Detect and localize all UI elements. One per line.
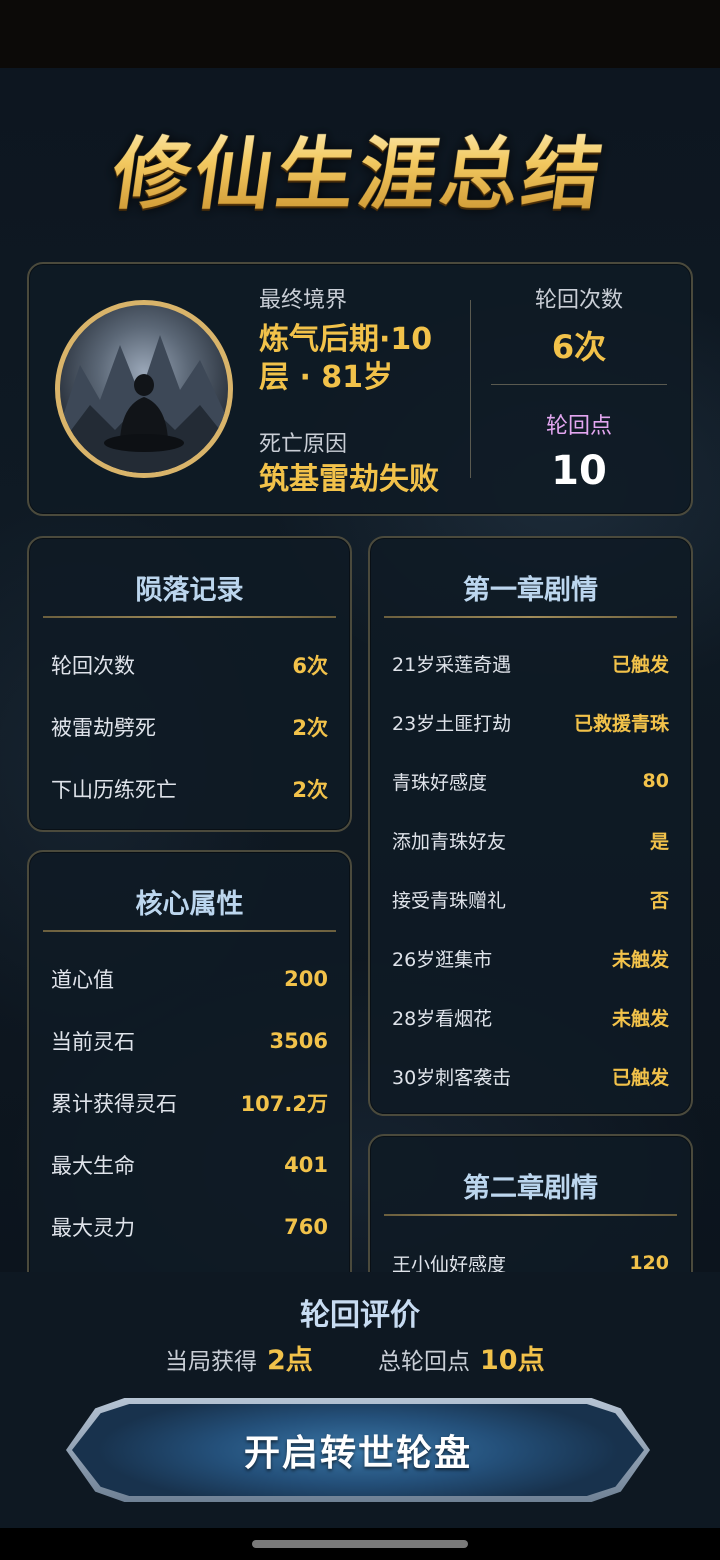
row-value: 是: [649, 830, 669, 853]
row-label: 添加青珠好友: [392, 830, 507, 853]
avatar: [55, 300, 233, 478]
list-item: 王小仙好感度 120: [392, 1246, 669, 1272]
list-item: 轮回次数 6次: [51, 648, 328, 682]
evaluation-title: 轮回评价: [300, 1298, 420, 1333]
row-label: 21岁采莲奇遇: [392, 653, 512, 676]
realm-value-line2: 层 · 81岁: [259, 360, 394, 395]
card-title: 第二章剧情: [463, 1173, 598, 1204]
list-item: 道心值 200: [51, 962, 328, 996]
list-item: 26岁逛集市 未触发: [392, 941, 669, 975]
list-item: 青珠好感度 80: [392, 764, 669, 798]
summary-panel: 最终境界 炼气后期·10 层 · 81岁 死亡原因 筑基雷劫失败 轮回次数 6次…: [27, 262, 693, 516]
row-value: 200: [284, 967, 328, 991]
card-title: 第一章剧情: [463, 575, 598, 606]
evaluation-bar: 轮回评价 当局获得 2点 总轮回点 10点 开启转世轮盘: [0, 1272, 720, 1528]
row-value: 已救援青珠: [573, 712, 669, 735]
gain-stat: 当局获得 2点: [165, 1338, 313, 1377]
row-label: 轮回次数: [51, 654, 135, 678]
row-label: 23岁土匪打劫: [392, 712, 512, 735]
reincarnation-count-value: 6次: [551, 328, 607, 366]
divider: [43, 616, 336, 618]
card-title: 核心属性: [135, 889, 244, 920]
summary-screen: 修仙生涯总结 最终境界 炼气后期·10 层 · 81岁 死亡原因 筑基雷劫失败 …: [0, 68, 720, 1272]
list-item: 23岁土匪打劫 已救援青珠: [392, 705, 669, 739]
list-item: 下山历练死亡 2次: [51, 772, 328, 806]
row-label: 最大生命: [51, 1154, 135, 1178]
reincarnation-points-value: 10: [551, 448, 607, 494]
row-label: 被雷劫劈死: [51, 716, 156, 740]
list-item: 当前灵石 3506: [51, 1024, 328, 1058]
row-label: 26岁逛集市: [392, 948, 493, 971]
chapter1-card: 第一章剧情 21岁采莲奇遇 已触发 23岁土匪打劫 已救援青珠 青珠好感度 80 添加…: [368, 536, 693, 1116]
card-title: 陨落记录: [135, 575, 244, 606]
core-attributes-card: 核心属性 道心值 200 当前灵石 3506 累计获得灵石 107.2万 最大生命 40…: [27, 850, 352, 1272]
fall-record-card: 陨落记录 轮回次数 6次 被雷劫劈死 2次 下山历练死亡 2次: [27, 536, 352, 832]
list-item: 28岁看烟花 未触发: [392, 1000, 669, 1034]
button-label: 开启转世轮盘: [243, 1433, 472, 1474]
total-stat: 总轮回点 10点: [378, 1338, 545, 1377]
row-value: 2次: [292, 716, 328, 740]
row-value: 120: [629, 1252, 669, 1272]
divider: [384, 616, 677, 618]
list-item: 接受青珠赠礼 否: [392, 882, 669, 916]
start-reincarnation-wheel-button[interactable]: 开启转世轮盘: [72, 1404, 644, 1496]
row-label: 接受青珠赠礼: [392, 889, 507, 912]
gain-label: 当局获得: [165, 1349, 257, 1375]
total-value: 10点: [480, 1345, 545, 1376]
list-item: 添加青珠好友 是: [392, 823, 669, 857]
row-value: 760: [284, 1215, 328, 1239]
divider: [384, 1214, 677, 1216]
death-value: 筑基雷劫失败: [259, 462, 439, 497]
row-value: 2次: [292, 778, 328, 802]
reincarnation-count-label: 轮回次数: [534, 288, 623, 313]
row-value: 3506: [269, 1029, 328, 1053]
row-label: 下山历练死亡: [51, 778, 177, 802]
chapter2-card: 第二章剧情 王小仙好感度 120: [368, 1134, 693, 1272]
row-label: 道心值: [51, 968, 114, 992]
status-bar: [0, 0, 720, 68]
divider: [491, 384, 667, 385]
row-value: 107.2万: [240, 1092, 328, 1116]
row-value: 80: [642, 770, 669, 792]
row-value: 否: [649, 889, 669, 912]
divider: [43, 930, 336, 932]
row-label: 28岁看烟花: [392, 1007, 493, 1030]
row-value: 已触发: [611, 1066, 669, 1089]
meditating-cultivator-icon: [60, 335, 228, 473]
divider: [470, 300, 471, 478]
row-label: 王小仙好感度: [392, 1253, 507, 1273]
row-value: 已触发: [611, 653, 669, 676]
row-label: 最大灵力: [51, 1216, 135, 1240]
home-gesture-handle[interactable]: [252, 1540, 468, 1548]
list-item: 累计获得灵石 107.2万: [51, 1086, 328, 1120]
row-label: 当前灵石: [51, 1030, 135, 1054]
row-label: 青珠好感度: [392, 771, 488, 794]
realm-label: 最终境界: [259, 288, 348, 313]
row-value: 6次: [292, 654, 328, 678]
reincarnation-points-label: 轮回点: [545, 414, 612, 439]
list-item: 最大生命 401: [51, 1148, 328, 1182]
gain-value: 2点: [267, 1345, 313, 1376]
row-value: 未触发: [611, 1007, 669, 1030]
realm-value-line1: 炼气后期·10: [259, 322, 433, 357]
row-label: 30岁刺客袭击: [392, 1066, 512, 1089]
page-title: 修仙生涯总结: [0, 112, 720, 224]
list-item: 最大灵力 760: [51, 1210, 328, 1244]
row-value: 401: [284, 1153, 328, 1177]
death-label: 死亡原因: [259, 432, 348, 457]
list-item: 30岁刺客袭击 已触发: [392, 1059, 669, 1093]
list-item: 被雷劫劈死 2次: [51, 710, 328, 744]
row-label: 累计获得灵石: [51, 1092, 177, 1116]
list-item: 21岁采莲奇遇 已触发: [392, 646, 669, 680]
row-value: 未触发: [611, 948, 669, 971]
total-label: 总轮回点: [378, 1349, 470, 1375]
